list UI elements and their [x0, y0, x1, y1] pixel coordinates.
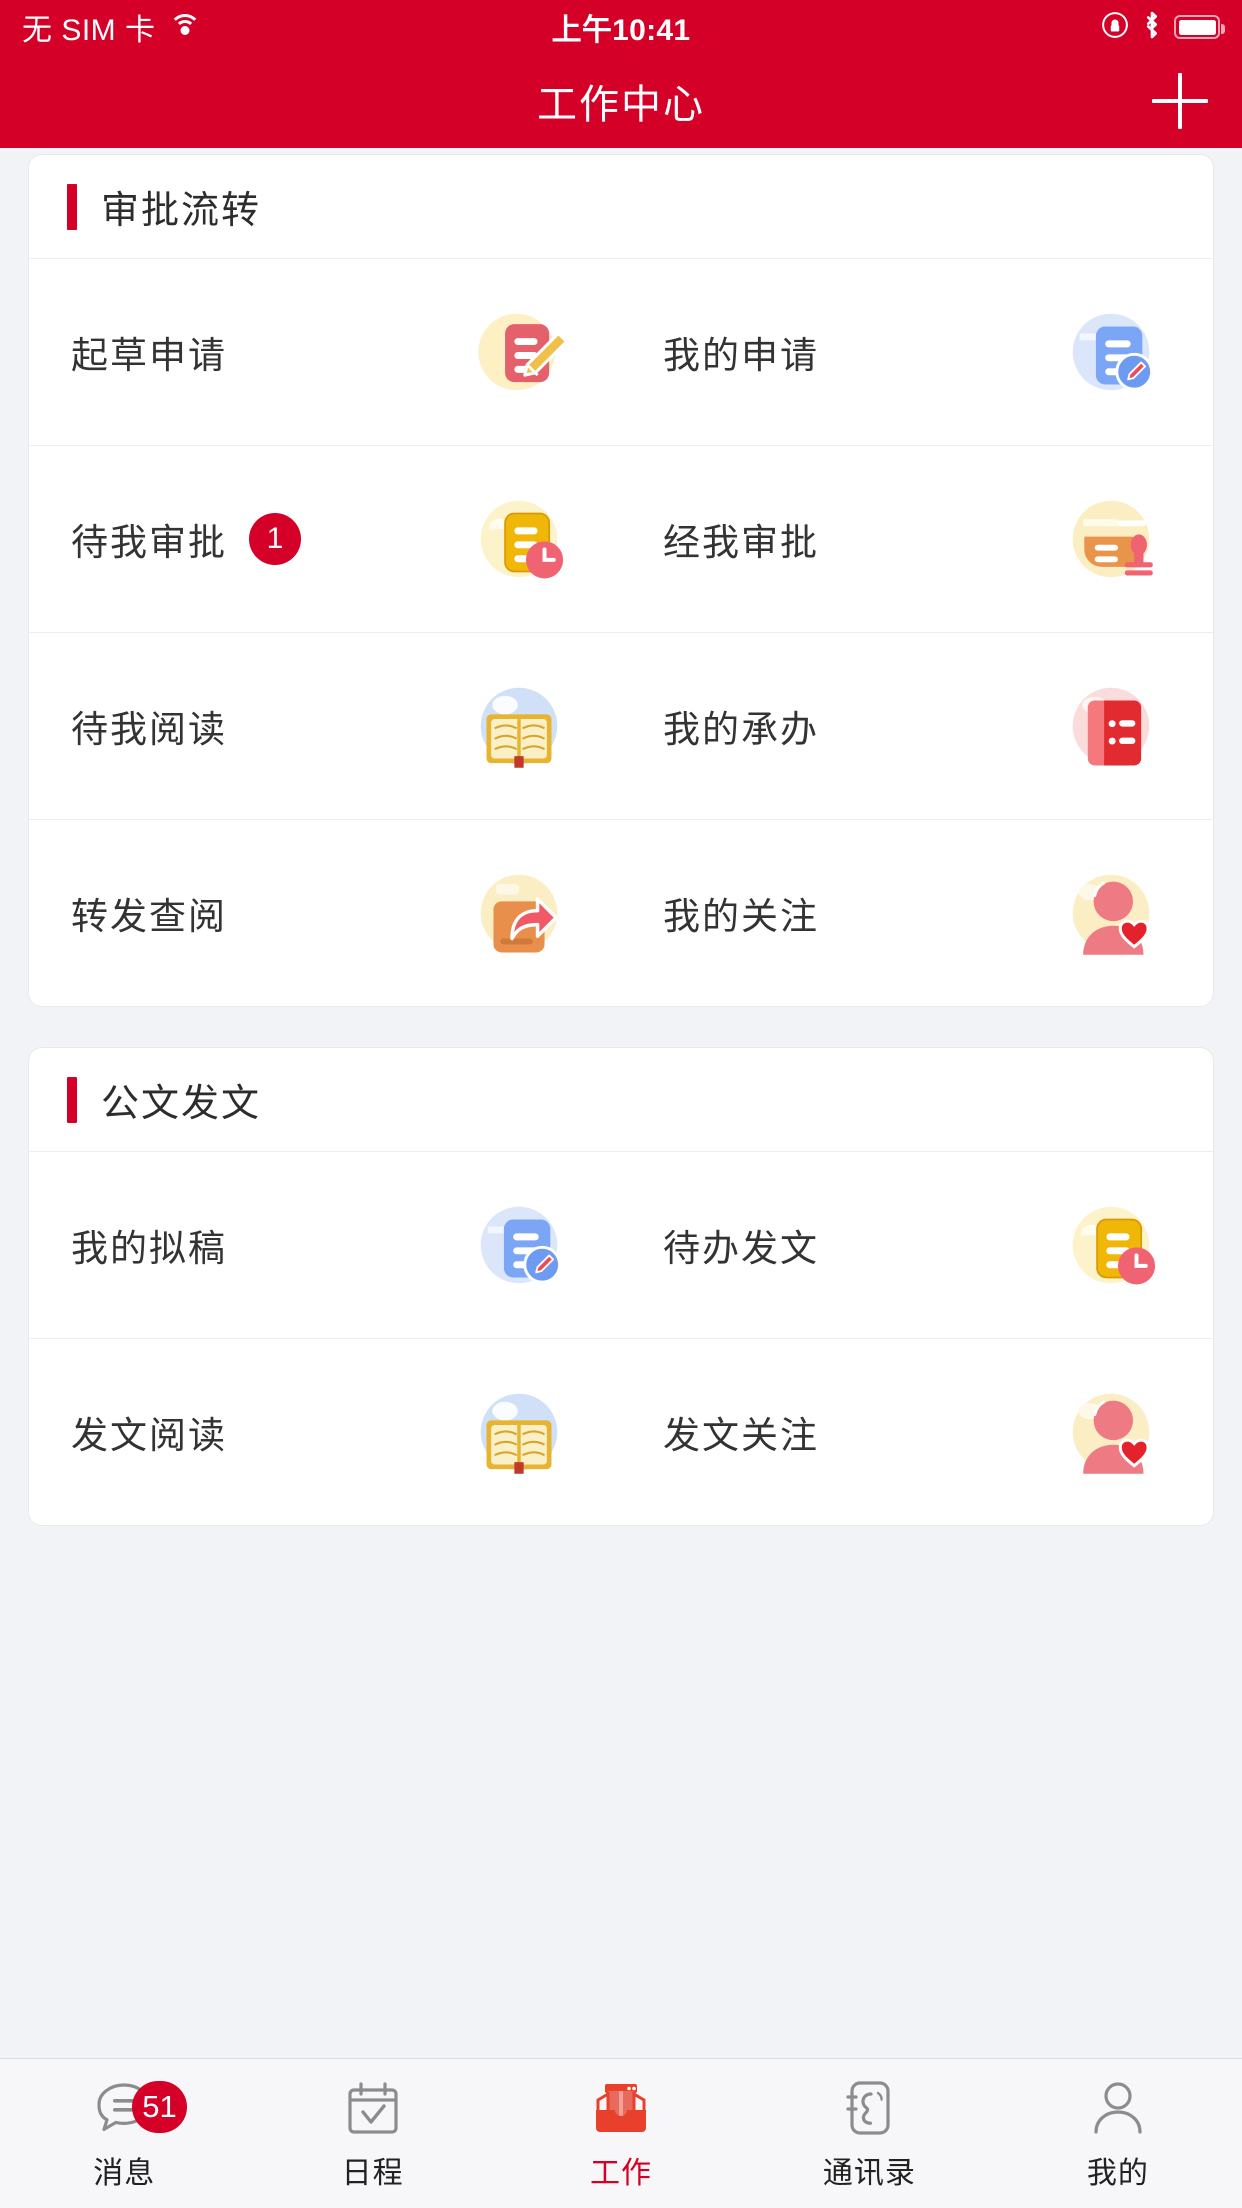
menu-item-label: 发文关注 [663, 1415, 819, 1456]
status-bar-right [1100, 10, 1225, 45]
tab-bar: 51 消息 日程 工作 通讯录 我的 [0, 2058, 1242, 2208]
menu-item-my-handling[interactable]: 我的承办 [621, 633, 1213, 819]
grid-row: 起草申请 我的申请 [29, 259, 1213, 445]
pending-read-icon [461, 668, 577, 784]
approved-by-me-icon [1053, 481, 1169, 597]
section-title: 公文发文 [101, 1083, 262, 1125]
section-header: 公文发文 [29, 1048, 1213, 1152]
tab-label: 日程 [341, 2156, 404, 2190]
section-card-approval: 审批流转 起草申请 我的申请 待我审批 1 经我审批 待我阅读 我的承办 转发查… [28, 154, 1214, 1007]
grid-row: 转发查阅 我的关注 [29, 819, 1213, 1006]
menu-item-label: 待办发文 [663, 1228, 819, 1269]
menu-item-approved-by-me[interactable]: 经我审批 [621, 446, 1213, 632]
menu-item-my-application[interactable]: 我的申请 [621, 259, 1213, 445]
contacts-phone-icon [837, 2076, 901, 2140]
tab-label: 工作 [590, 2156, 653, 2190]
menu-item-label: 发文阅读 [71, 1415, 227, 1456]
menu-item-pending-approval[interactable]: 待我审批 1 [29, 446, 621, 632]
menu-item-left: 我的拟稿 [71, 1218, 227, 1272]
grid-row: 发文阅读 发文关注 [29, 1338, 1213, 1525]
section-card-dispatch: 公文发文 我的拟稿 待办发文 发文阅读 发文关注 [28, 1047, 1214, 1526]
tab-schedule[interactable]: 日程 [248, 2059, 496, 2208]
menu-item-left: 我的承办 [663, 699, 819, 753]
menu-item-label: 经我审批 [663, 522, 819, 563]
tab-label: 通讯录 [822, 2156, 916, 2190]
menu-item-forward-review[interactable]: 转发查阅 [29, 820, 621, 1006]
menu-item-pending-dispatch[interactable]: 待办发文 [621, 1152, 1213, 1338]
section-accent-bar [67, 1076, 77, 1123]
battery-icon [1174, 15, 1225, 39]
menu-item-left: 转发查阅 [71, 886, 227, 940]
menu-item-left: 经我审批 [663, 512, 819, 566]
section-header: 审批流转 [29, 155, 1213, 259]
menu-item-label: 待我审批 [71, 522, 227, 563]
tab-badge: 51 [132, 2081, 187, 2133]
my-handling-icon [1053, 668, 1169, 784]
menu-item-left: 起草申请 [71, 325, 227, 379]
menu-item-dispatch-read[interactable]: 发文阅读 [29, 1339, 621, 1525]
pending-approval-icon [461, 481, 577, 597]
grid-row: 待我阅读 我的承办 [29, 632, 1213, 819]
my-application-icon [1053, 294, 1169, 410]
menu-item-badge: 1 [249, 513, 301, 565]
draft-application-icon [461, 294, 577, 410]
work-inbox-icon [589, 2076, 653, 2140]
bluetooth-icon [1141, 10, 1163, 45]
menu-item-label: 起草申请 [71, 335, 227, 376]
menu-item-left: 待我阅读 [71, 699, 227, 753]
menu-item-label: 我的拟稿 [71, 1228, 227, 1269]
tab-profile[interactable]: 我的 [994, 2059, 1242, 2208]
menu-item-label: 我的申请 [663, 335, 819, 376]
dispatch-follow-icon [1053, 1374, 1169, 1490]
person-icon [1086, 2076, 1150, 2140]
dispatch-read-icon [461, 1374, 577, 1490]
tab-label: 消息 [93, 2156, 156, 2190]
carrier-label: 无 SIM 卡 [22, 14, 156, 47]
tab-label: 我的 [1086, 2156, 1149, 2190]
menu-item-label: 待我阅读 [71, 709, 227, 750]
my-drafts-icon [461, 1187, 577, 1303]
status-bar: 无 SIM 卡 上午10:41 [0, 0, 1242, 54]
tab-contacts[interactable]: 通讯录 [745, 2059, 993, 2208]
menu-item-left: 我的申请 [663, 325, 819, 379]
section-accent-bar [67, 183, 77, 230]
calendar-check-icon [341, 2076, 405, 2140]
menu-item-left: 发文阅读 [71, 1405, 227, 1459]
menu-item-left: 我的关注 [663, 886, 819, 940]
rotation-lock-icon [1100, 10, 1130, 45]
menu-item-label: 我的关注 [663, 896, 819, 937]
pending-dispatch-icon [1053, 1187, 1169, 1303]
menu-item-left: 待办发文 [663, 1218, 819, 1272]
nav-bar: 工作中心 [0, 54, 1242, 148]
my-follow-icon [1053, 855, 1169, 971]
menu-item-my-drafts[interactable]: 我的拟稿 [29, 1152, 621, 1338]
section-title: 审批流转 [101, 190, 262, 232]
menu-item-dispatch-follow[interactable]: 发文关注 [621, 1339, 1213, 1525]
menu-item-draft-application[interactable]: 起草申请 [29, 259, 621, 445]
menu-item-pending-read[interactable]: 待我阅读 [29, 633, 621, 819]
status-bar-left: 无 SIM 卡 [22, 5, 202, 49]
menu-item-left: 待我审批 1 [71, 512, 301, 566]
add-button[interactable] [1152, 73, 1208, 129]
wifi-icon [168, 14, 202, 40]
page-title: 工作中心 [537, 83, 705, 127]
tab-messages[interactable]: 51 消息 [0, 2059, 248, 2208]
content-scroll[interactable]: 审批流转 起草申请 我的申请 待我审批 1 经我审批 待我阅读 我的承办 转发查… [0, 148, 1242, 2058]
app-screen: 无 SIM 卡 上午10:41 工作中心 审批流转 起草申请 我的申请 待我审批… [0, 0, 1242, 2208]
tab-work[interactable]: 工作 [497, 2059, 745, 2208]
forward-review-icon [461, 855, 577, 971]
menu-item-label: 我的承办 [663, 709, 819, 750]
menu-item-left: 发文关注 [663, 1405, 819, 1459]
menu-item-label: 转发查阅 [71, 896, 227, 937]
menu-item-my-follow[interactable]: 我的关注 [621, 820, 1213, 1006]
grid-row: 待我审批 1 经我审批 [29, 445, 1213, 632]
grid-row: 我的拟稿 待办发文 [29, 1152, 1213, 1338]
